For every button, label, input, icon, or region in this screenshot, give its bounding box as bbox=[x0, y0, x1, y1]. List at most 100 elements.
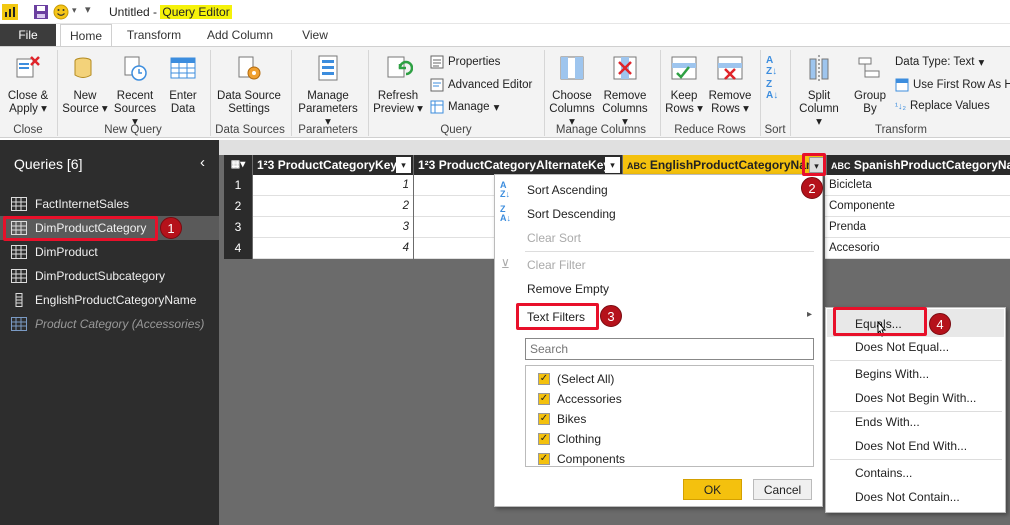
query-item-englishproductcategoryname[interactable]: EnglishProductCategoryName bbox=[0, 288, 219, 312]
remove-columns-button[interactable]: Remove Columns ▾ bbox=[599, 53, 651, 129]
value-list-item[interactable]: Clothing bbox=[557, 432, 601, 446]
data-type-dropdown[interactable]: Data Type: Text ▾ bbox=[895, 55, 984, 69]
keep-rows-button[interactable]: Keep Rows ▾ bbox=[664, 53, 704, 116]
column-header-spanishproductcategoryname[interactable]: ABC SpanishProductCategoryName bbox=[827, 155, 1010, 175]
new-source-button[interactable]: New Source ▾ bbox=[62, 53, 108, 116]
keep-rows-icon bbox=[671, 56, 697, 80]
submenu-item-ends-with[interactable]: Ends With... bbox=[855, 415, 920, 429]
column-filter-dropdown[interactable]: ▾ bbox=[605, 157, 620, 173]
split-column-icon bbox=[809, 55, 829, 81]
row-number[interactable]: 2 bbox=[224, 196, 252, 217]
search-input[interactable] bbox=[525, 338, 814, 360]
ds-settings-label: Data Source bbox=[217, 90, 281, 102]
tab-file[interactable]: File bbox=[0, 24, 56, 46]
value-list-item[interactable]: Components bbox=[557, 452, 625, 466]
smiley-icon[interactable] bbox=[53, 4, 69, 20]
window-title: Untitled - Query Editor bbox=[109, 5, 232, 19]
sort-ascending-icon[interactable]: A Z↓ bbox=[766, 55, 777, 77]
row-number[interactable]: 3 bbox=[224, 217, 252, 238]
submenu-item-does-not-begin-with[interactable]: Does Not Begin With... bbox=[855, 391, 976, 405]
choose-columns-icon bbox=[560, 56, 584, 80]
save-icon[interactable] bbox=[33, 4, 49, 20]
group-parameters-label: Parameters bbox=[298, 124, 358, 136]
manage-button[interactable]: Manage ▾ bbox=[430, 100, 499, 114]
checkbox-checked[interactable]: ✓ bbox=[538, 393, 550, 405]
replace-values-button[interactable]: ¹↓₂ Replace Values bbox=[895, 100, 990, 112]
column-header-productcategorykey[interactable]: 1²3 ProductCategoryKey bbox=[253, 155, 413, 175]
table-cell[interactable]: 3 bbox=[253, 217, 413, 238]
split-column-button[interactable]: Split Column ▾ bbox=[796, 53, 842, 129]
tab-add-column[interactable]: Add Column bbox=[196, 24, 284, 46]
value-list-item[interactable]: Bikes bbox=[557, 412, 586, 426]
submenu-item-contains[interactable]: Contains... bbox=[855, 466, 912, 480]
properties-button[interactable]: Properties bbox=[430, 55, 500, 69]
checkbox-checked[interactable]: ✓ bbox=[538, 453, 550, 465]
menu-item-sort-ascending[interactable]: Sort Ascending bbox=[527, 183, 608, 197]
query-item-label: EnglishProductCategoryName bbox=[35, 293, 197, 307]
callout-highlight-filter-dropdown bbox=[802, 153, 826, 176]
customize-quick-access-icon[interactable]: ▾ bbox=[85, 3, 91, 16]
table-icon bbox=[11, 197, 27, 211]
submenu-item-does-not-equal[interactable]: Does Not Equal... bbox=[855, 340, 949, 354]
group-by-button[interactable]: Group By bbox=[850, 53, 890, 116]
table-cell[interactable] bbox=[414, 175, 494, 196]
ribbon-separator bbox=[790, 50, 791, 136]
group-sort-label: Sort bbox=[764, 124, 786, 136]
table-cell[interactable]: Accesorio bbox=[825, 238, 1010, 259]
query-item-product-category-accessories[interactable]: Product Category (Accessories) bbox=[0, 312, 219, 336]
table-cell[interactable]: 4 bbox=[253, 238, 413, 259]
cancel-button[interactable]: Cancel bbox=[753, 479, 812, 500]
value-list-item[interactable]: Accessories bbox=[557, 392, 622, 406]
query-item-dimproduct[interactable]: DimProduct bbox=[0, 240, 219, 264]
choose-cols-label: Choose bbox=[552, 90, 592, 102]
value-list-item[interactable]: (Select All) bbox=[557, 372, 614, 386]
remove-rows-icon bbox=[717, 56, 743, 80]
query-item-factinternetsales[interactable]: FactInternetSales bbox=[0, 192, 219, 216]
use-first-row-label: Use First Row As H bbox=[913, 79, 1010, 91]
column-header-englishproductcategoryname[interactable]: ABC EnglishProductCategoryName bbox=[623, 155, 826, 175]
menu-item-clear-sort[interactable]: Clear Sort bbox=[527, 231, 581, 245]
checkbox-checked[interactable]: ✓ bbox=[538, 373, 550, 385]
menu-item-remove-empty[interactable]: Remove Empty bbox=[527, 282, 609, 296]
column-header-productcategoryalternatekey[interactable]: 1²3 ProductCategoryAlternateKey bbox=[414, 155, 622, 175]
table-cell[interactable] bbox=[414, 196, 494, 217]
tab-transform[interactable]: Transform bbox=[118, 24, 190, 46]
query-item-dimproductsubcategory[interactable]: DimProductSubcategory bbox=[0, 264, 219, 288]
submenu-item-begins-with[interactable]: Begins With... bbox=[855, 367, 929, 381]
collapse-pane-icon[interactable]: ‹ bbox=[200, 154, 205, 171]
column-filter-dropdown[interactable]: ▾ bbox=[396, 157, 411, 173]
data-source-settings-button[interactable]: Data Source Settings bbox=[214, 53, 284, 116]
tab-view[interactable]: View bbox=[290, 24, 340, 46]
table-cell[interactable] bbox=[414, 217, 494, 238]
checkbox-checked[interactable]: ✓ bbox=[538, 433, 550, 445]
close-apply-button[interactable]: Close & Apply ▾ bbox=[4, 53, 52, 116]
table-cell[interactable]: Componente bbox=[825, 196, 1010, 217]
chevron-down-icon[interactable]: ▾ bbox=[72, 5, 77, 16]
enter-data-button[interactable]: Enter Data bbox=[162, 53, 204, 116]
ok-button[interactable]: OK bbox=[683, 479, 742, 500]
row-number[interactable]: 4 bbox=[224, 238, 252, 259]
recent-sources-button[interactable]: Recent Sources ▾ bbox=[110, 53, 160, 129]
menu-item-sort-descending[interactable]: Sort Descending bbox=[527, 207, 616, 221]
refresh-preview-button[interactable]: Refresh Preview ▾ bbox=[372, 53, 424, 116]
table-cell[interactable] bbox=[414, 238, 494, 259]
use-first-row-button[interactable]: Use First Row As H bbox=[895, 78, 1010, 92]
checkbox-checked[interactable]: ✓ bbox=[538, 413, 550, 425]
manage-parameters-button[interactable]: Manage Parameters ▾ bbox=[294, 53, 362, 129]
submenu-item-does-not-end-with[interactable]: Does Not End With... bbox=[855, 439, 967, 453]
table-cell[interactable]: 2 bbox=[253, 196, 413, 217]
data-source-settings-icon bbox=[238, 56, 261, 80]
advanced-editor-button[interactable]: Advanced Editor bbox=[430, 78, 532, 92]
tab-home[interactable]: Home bbox=[60, 24, 112, 46]
table-cell[interactable]: 1 bbox=[253, 175, 413, 196]
submenu-item-does-not-contain[interactable]: Does Not Contain... bbox=[855, 490, 960, 504]
row-number[interactable]: 1 bbox=[224, 175, 252, 196]
table-cell[interactable]: Bicicleta bbox=[825, 175, 1010, 196]
menu-item-clear-filter[interactable]: Clear Filter bbox=[527, 258, 586, 272]
sort-descending-icon[interactable]: Z A↓ bbox=[766, 79, 778, 101]
remove-rows-button[interactable]: Remove Rows ▾ bbox=[706, 53, 754, 116]
table-cell[interactable]: Prenda bbox=[825, 217, 1010, 238]
choose-columns-button[interactable]: Choose Columns ▾ bbox=[547, 53, 597, 129]
ribbon: Close & Apply ▾ Close New Source ▾ Recen… bbox=[0, 46, 1010, 138]
table-menu-icon[interactable]: ▦▾ bbox=[224, 155, 252, 175]
